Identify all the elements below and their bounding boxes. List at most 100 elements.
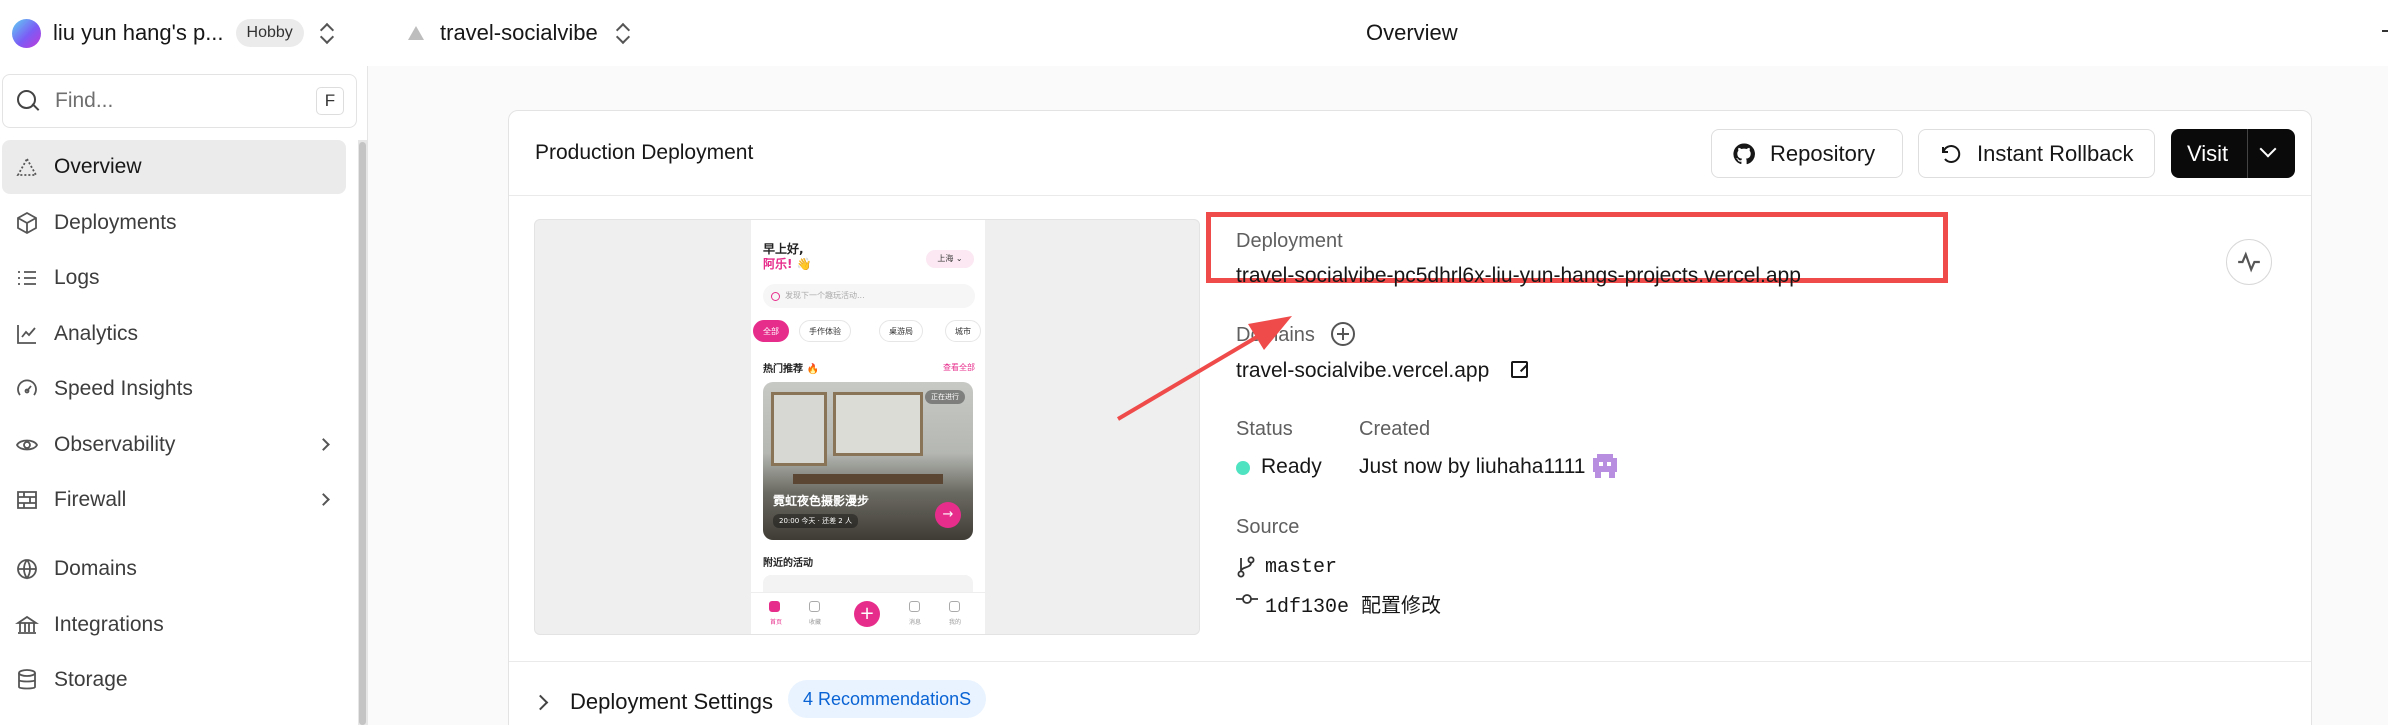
preview-photo-card: 正在进行 霓虹夜色摄影漫步 20:00 今天 · 还差 2 人 → <box>763 382 973 540</box>
sidebar-item-label: Speed Insights <box>54 377 193 400</box>
sidebar-item-label: Deployments <box>54 210 177 234</box>
find-box[interactable]: F <box>2 74 357 128</box>
preview-tab-bar: 首页 收藏 + 消息 我的 <box>751 592 985 634</box>
preview-chip: 城市 <box>945 320 981 342</box>
vercel-triangle-icon <box>408 26 424 40</box>
preview-search: 发现下一个趣玩活动... <box>763 284 975 308</box>
sidebar-item-logs[interactable]: Logs <box>0 251 354 305</box>
visit-divider <box>2247 129 2248 178</box>
chevron-right-icon <box>532 694 549 711</box>
project-switcher[interactable]: travel-socialvibe <box>408 16 632 50</box>
preview-photo-table <box>793 474 943 484</box>
repository-button-label: Repository <box>1770 140 1876 166</box>
commit-hash-value: 1df130e <box>1265 596 1350 619</box>
production-deployment-card: Production Deployment Repository Instant… <box>508 110 2312 725</box>
recommendations-badge[interactable]: 4 RecommendationS <box>788 680 987 718</box>
search-icon <box>17 90 39 112</box>
card-title: Production Deployment <box>535 141 754 164</box>
preview-card-badge: 正在进行 <box>925 390 965 404</box>
sidebar-item-observability[interactable]: Observability <box>0 418 354 472</box>
sidebar-item-domains[interactable]: Domains <box>0 542 354 596</box>
git-commit-icon <box>1236 594 1258 604</box>
instant-rollback-button[interactable]: Instant Rollback <box>1918 129 2155 178</box>
instant-rollback-label: Instant Rollback <box>1977 140 2134 166</box>
sidebar-nav: Overview Deployments Logs Analytics Spee… <box>0 140 354 709</box>
domain-url-link[interactable]: travel-socialvibe.vercel.app <box>1236 359 1489 383</box>
rollback-icon <box>1942 144 1961 163</box>
preview-greeting-line2: 阿乐! 👋 <box>763 257 812 271</box>
find-input[interactable] <box>55 87 295 115</box>
branch-name[interactable]: master <box>1265 556 1337 579</box>
arrow-right-icon: → <box>935 502 961 528</box>
preview-location: 上海 ⌄ <box>926 250 974 268</box>
chevron-up-down-icon[interactable] <box>318 22 336 44</box>
preview-tab: 我的 <box>949 619 962 626</box>
deployment-label: Deployment <box>1236 230 1343 252</box>
sidebar-item-label: Overview <box>54 155 142 178</box>
deployment-url-link[interactable]: travel-socialvibe-pc5dhrl6x-liu-yun-hang… <box>1236 264 1801 288</box>
visit-button[interactable]: Visit <box>2187 141 2228 167</box>
deployment-settings-label: Deployment Settings <box>570 689 773 714</box>
logs-list-icon <box>14 265 40 291</box>
page-title: Overview <box>1366 20 1458 45</box>
team-switcher[interactable]: liu yun hang's p... Hobby <box>12 16 336 50</box>
source-label: Source <box>1236 516 1300 538</box>
visit-button-group: Visit <box>2171 129 2295 178</box>
gauge-icon <box>14 376 40 402</box>
sidebar-item-analytics[interactable]: Analytics <box>0 307 354 361</box>
sidebar-item-firewall[interactable]: Firewall <box>0 473 354 527</box>
sidebar-item-integrations[interactable]: Integrations <box>0 598 354 652</box>
chevron-right-icon <box>317 493 330 506</box>
commit-message: 配置修改 <box>1361 593 1442 617</box>
status-ready-dot <box>1236 461 1250 475</box>
preview-chip: 全部 <box>753 320 789 342</box>
sidebar-scrollbar-thumb[interactable] <box>359 142 366 725</box>
preview-greeting: 早上好, 阿乐! 👋 <box>763 242 812 272</box>
add-domain-icon[interactable] <box>1331 322 1355 346</box>
sidebar-item-label: Logs <box>54 266 100 289</box>
sidebar-item-label: Firewall <box>54 488 127 511</box>
deployment-preview[interactable]: 早上好, 阿乐! 👋 上海 ⌄ 发现下一个趣玩活动... 全部 手作体验 桌游局… <box>534 219 1200 635</box>
status-value: Ready <box>1261 455 1322 478</box>
commit-hash[interactable]: 1df130e 配置修改 <box>1265 589 1441 619</box>
sidebar-item-label: Analytics <box>54 321 139 345</box>
sidebar-item-storage[interactable]: Storage <box>0 653 354 707</box>
sidebar-item-deployments[interactable]: Deployments <box>0 196 354 250</box>
find-shortcut-key: F <box>316 87 344 115</box>
eye-icon <box>14 432 40 458</box>
preview-tab: 消息 <box>909 619 922 626</box>
domains-label: Domains <box>1236 324 1315 346</box>
preview-card-title: 霓虹夜色摄影漫步 <box>773 494 870 508</box>
preview-photo-frame <box>771 392 827 466</box>
database-icon <box>14 667 40 693</box>
home-icon <box>769 601 780 612</box>
user-avatar[interactable] <box>1591 452 1619 480</box>
sidebar-item-speed-insights[interactable]: Speed Insights <box>0 362 354 416</box>
plus-icon: + <box>854 601 880 627</box>
chevron-down-icon[interactable] <box>2259 140 2277 158</box>
deployment-settings-row[interactable]: Deployment Settings 4 RecommendationS <box>509 661 2311 725</box>
chevron-up-down-icon[interactable] <box>614 22 632 44</box>
preview-section-nearby: 附近的活动 <box>763 558 813 569</box>
created-label: Created <box>1359 418 1431 440</box>
sidebar-item-overview[interactable]: Overview <box>2 140 346 194</box>
activity-button[interactable] <box>2226 239 2272 285</box>
integrations-icon <box>14 612 40 638</box>
cube-icon <box>14 210 40 236</box>
repository-button[interactable]: Repository <box>1711 129 1903 178</box>
card-header: Production Deployment Repository Instant… <box>509 111 2311 196</box>
external-link-icon[interactable] <box>1511 361 1528 378</box>
app-preview-screen: 早上好, 阿乐! 👋 上海 ⌄ 发现下一个趣玩活动... 全部 手作体验 桌游局… <box>751 220 985 634</box>
github-icon <box>1733 142 1755 164</box>
sidebar-item-label: Storage <box>54 668 128 691</box>
sidebar-item-label: Observability <box>54 432 176 456</box>
preview-section-hot: 热门推荐 🔥 <box>763 364 819 375</box>
top-bar: liu yun hang's p... Hobby travel-socialv… <box>0 0 2388 66</box>
project-name: travel-socialvibe <box>440 20 598 45</box>
preview-chips: 全部 手作体验 桌游局 城市 <box>753 320 985 344</box>
sidebar: F Overview Deployments Logs Analytics <box>0 66 368 725</box>
sidebar-item-label: Integrations <box>54 612 164 636</box>
team-name: liu yun hang's p... <box>53 20 224 45</box>
preview-photo-board <box>833 392 923 456</box>
git-branch-icon <box>1237 556 1255 578</box>
